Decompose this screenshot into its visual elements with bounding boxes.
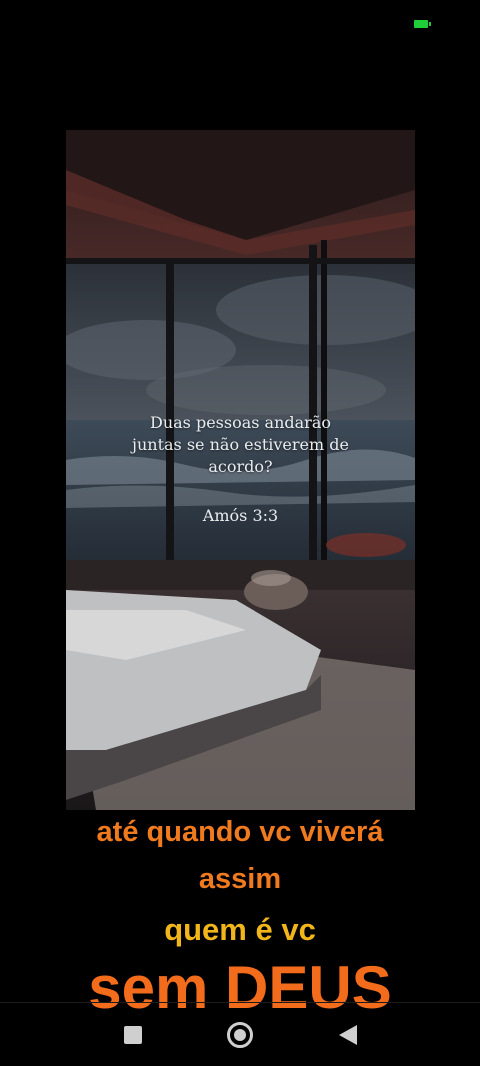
- video-frame[interactable]: Duas pessoas andarão juntas se não estiv…: [66, 130, 415, 810]
- nav-divider: [0, 1002, 480, 1003]
- caption-line-2: assim: [198, 863, 282, 895]
- triangle-back-icon: [339, 1025, 357, 1045]
- verse-reference: Amós 3:3: [202, 506, 279, 525]
- verse-line: juntas se não estiverem de: [132, 435, 349, 454]
- bible-verse-text: Duas pessoas andarão juntas se não estiv…: [66, 412, 415, 478]
- verse-line: Duas pessoas andarão: [149, 413, 331, 432]
- navigation-bar: [0, 1004, 480, 1066]
- battery-icon: [414, 20, 431, 28]
- back-button[interactable]: [336, 1022, 362, 1048]
- recents-button[interactable]: [120, 1022, 146, 1048]
- caption-line-3: quem é vc: [164, 912, 316, 947]
- caption-line-1: até quando vc viverá: [96, 816, 384, 848]
- square-icon: [124, 1026, 142, 1044]
- home-button[interactable]: [227, 1022, 253, 1048]
- verse-line: acordo?: [208, 457, 273, 476]
- circle-dot-icon: [234, 1029, 246, 1041]
- status-bar: [0, 0, 480, 40]
